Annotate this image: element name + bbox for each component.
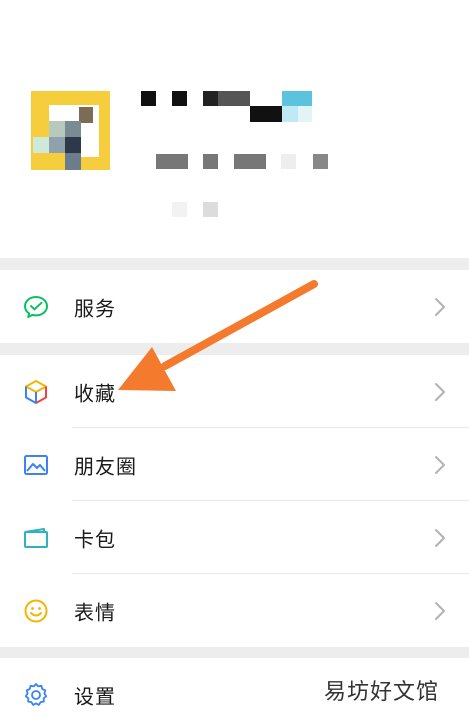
services-section: 服务 — [0, 270, 469, 343]
moments-image-icon — [24, 454, 48, 475]
menu-item-label: 设置 — [74, 684, 116, 708]
chevron-right-icon — [435, 297, 445, 316]
favorites-cube-icon — [25, 379, 47, 404]
status-blur — [203, 202, 218, 217]
watermark: 易坊好文馆 — [319, 672, 443, 708]
menu-item-cards[interactable]: 卡包 — [0, 501, 469, 574]
avatar[interactable] — [31, 91, 110, 170]
wechat-id-blur — [203, 154, 218, 169]
chevron-right-icon — [435, 528, 445, 547]
chevron-right-icon — [435, 601, 445, 620]
chevron-right-icon — [435, 382, 445, 401]
menu-item-favorites[interactable]: 收藏 — [0, 355, 469, 428]
status-blur — [172, 202, 187, 217]
services-icon — [24, 295, 48, 318]
nickname-blur — [203, 91, 218, 106]
gear-icon — [24, 682, 48, 706]
menu-item-label: 卡包 — [74, 527, 116, 551]
menu-item-services[interactable]: 服务 — [0, 270, 469, 343]
profile-header[interactable] — [0, 0, 469, 258]
menu-item-moments[interactable]: 朋友圈 — [0, 428, 469, 501]
nickname-blur — [141, 91, 156, 106]
wechat-id-blur — [313, 154, 328, 169]
menu-item-label: 朋友圈 — [74, 454, 137, 478]
nickname-blur — [218, 91, 250, 106]
tools-section: 收藏 朋友圈 卡包 表情 — [0, 355, 469, 647]
smiley-icon — [24, 599, 48, 622]
card-wallet-icon — [24, 527, 48, 548]
menu-item-label: 收藏 — [74, 381, 116, 405]
wechat-id-blur — [234, 154, 266, 169]
nickname-blur — [298, 106, 312, 122]
nickname-blur — [282, 91, 312, 106]
menu-item-stickers[interactable]: 表情 — [0, 574, 469, 647]
menu-item-label: 表情 — [74, 600, 116, 624]
nickname-blur — [282, 106, 298, 122]
nickname-blur — [172, 91, 187, 106]
nickname-blur — [250, 106, 282, 122]
menu-item-label: 服务 — [74, 296, 116, 320]
chevron-right-icon — [435, 455, 445, 474]
wechat-id-blur — [156, 154, 188, 169]
wechat-id-blur — [281, 154, 296, 169]
